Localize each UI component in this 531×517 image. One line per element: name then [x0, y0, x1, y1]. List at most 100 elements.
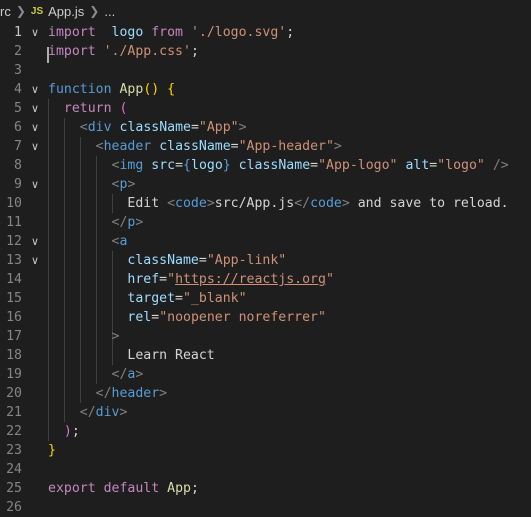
code-line[interactable]: 22 ); — [0, 422, 531, 441]
code-text: import logo from './logo.svg'; — [48, 23, 294, 42]
code-line[interactable]: 24 — [0, 460, 531, 479]
code-text: <img src={logo} className="App-logo" alt… — [48, 156, 509, 175]
line-number: 17 — [6, 329, 22, 344]
code-token: Edit — [48, 196, 168, 211]
code-token: default — [103, 481, 160, 496]
code-token: /> — [492, 158, 509, 173]
fold-chevron-icon[interactable]: ∨ — [29, 118, 41, 137]
code-text: return ( — [48, 99, 128, 118]
code-token: = — [230, 139, 239, 154]
code-line[interactable]: 2 import './App.css'; — [0, 42, 531, 61]
code-line[interactable]: 9 ∨ <p> — [0, 175, 531, 194]
code-text: ); — [48, 422, 80, 441]
code-token: = — [310, 158, 319, 173]
line-number: 12 — [6, 234, 22, 249]
breadcrumb-folder[interactable]: rc — [0, 4, 11, 19]
code-token: target — [127, 291, 176, 306]
code-line[interactable]: 16 rel="noopener noreferrer" — [0, 308, 531, 327]
code-token: logo — [111, 25, 144, 40]
code-token: "App" — [198, 120, 239, 135]
code-text: import './App.css'; — [48, 42, 199, 61]
code-line[interactable]: 25 export default App; — [0, 479, 531, 498]
breadcrumb-symbol[interactable]: ... — [104, 4, 115, 19]
code-token: src — [151, 158, 176, 173]
code-token: </ — [95, 386, 112, 401]
code-token: code — [310, 196, 342, 211]
code-token: ) — [63, 424, 72, 439]
fold-chevron-icon[interactable]: ∨ — [29, 232, 41, 251]
breadcrumb-file[interactable]: App.js — [48, 4, 84, 19]
code-text: } — [48, 441, 56, 460]
code-line[interactable]: 6 ∨ <div className="App"> — [0, 118, 531, 137]
line-number: 9 — [14, 177, 22, 192]
code-line[interactable]: 11 </p> — [0, 213, 531, 232]
code-line[interactable]: 12 ∨ <a — [0, 232, 531, 251]
code-token: className — [238, 158, 311, 173]
code-text: function App() { — [48, 80, 175, 99]
fold-chevron-icon[interactable]: ∨ — [29, 175, 41, 194]
code-token: className — [127, 253, 199, 268]
line-number: 14 — [6, 272, 22, 287]
code-line[interactable]: 26 — [0, 498, 531, 517]
fold-chevron-icon[interactable]: ∨ — [29, 251, 41, 270]
code-token: className — [159, 139, 231, 154]
code-token: = — [175, 158, 184, 173]
code-line[interactable]: 8 <img src={logo} className="App-logo" a… — [0, 156, 531, 175]
line-number: 20 — [6, 386, 22, 401]
code-line[interactable]: 15 target="_blank" — [0, 289, 531, 308]
code-line[interactable]: 1 ∨ import logo from './logo.svg'; — [0, 23, 531, 42]
code-line[interactable]: 14 href="https://reactjs.org" — [0, 270, 531, 289]
code-line[interactable]: 21 </div> — [0, 403, 531, 422]
code-token: alt — [405, 158, 430, 173]
line-number: 25 — [6, 481, 22, 496]
code-token: ; — [190, 44, 199, 59]
code-line[interactable]: 13 ∨ className="App-link" — [0, 251, 531, 270]
code-text: <a — [48, 232, 128, 251]
code-line[interactable]: 19 </a> — [0, 365, 531, 384]
code-line[interactable]: 7 ∨ <header className="App-header"> — [0, 137, 531, 156]
fold-chevron-icon[interactable]: ∨ — [29, 23, 41, 42]
fold-chevron-icon[interactable]: ∨ — [29, 137, 41, 156]
code-token: > — [135, 367, 144, 382]
code-text: export default App; — [48, 479, 199, 498]
code-token: import — [48, 44, 96, 59]
code-token: > — [119, 405, 128, 420]
code-token: </ — [294, 196, 311, 211]
fold-chevron-icon[interactable]: ∨ — [29, 99, 41, 118]
code-line[interactable]: 10 Edit <code>src/App.js</code> and save… — [0, 194, 531, 213]
code-token: < — [79, 120, 88, 135]
code-token: header — [111, 386, 160, 401]
code-line[interactable]: 18 Learn React — [0, 346, 531, 365]
code-line[interactable]: 4 ∨ function App() { — [0, 80, 531, 99]
code-token: = — [151, 310, 160, 325]
fold-chevron-icon[interactable]: ∨ — [29, 80, 41, 99]
breadcrumb: rc ❯ JS App.js ❯ ... — [0, 0, 531, 22]
code-line[interactable]: 17 > — [0, 327, 531, 346]
code-editor[interactable]: 1 ∨ import logo from './logo.svg'; 2 import … — [0, 22, 531, 517]
code-line[interactable]: 23} — [0, 441, 531, 460]
code-token: and save to reload. — [349, 196, 509, 211]
code-text: </div> — [48, 403, 128, 422]
code-token: './logo.svg' — [190, 25, 287, 40]
code-line[interactable]: 20 </header> — [0, 384, 531, 403]
code-line[interactable]: 5 ∨ return ( — [0, 99, 531, 118]
code-token: = — [190, 120, 199, 135]
code-token: import — [48, 25, 96, 40]
code-token: "App-link" — [206, 253, 287, 268]
code-line[interactable]: 3 — [0, 61, 531, 80]
code-token: { — [183, 158, 191, 173]
code-token: ; — [286, 25, 295, 40]
